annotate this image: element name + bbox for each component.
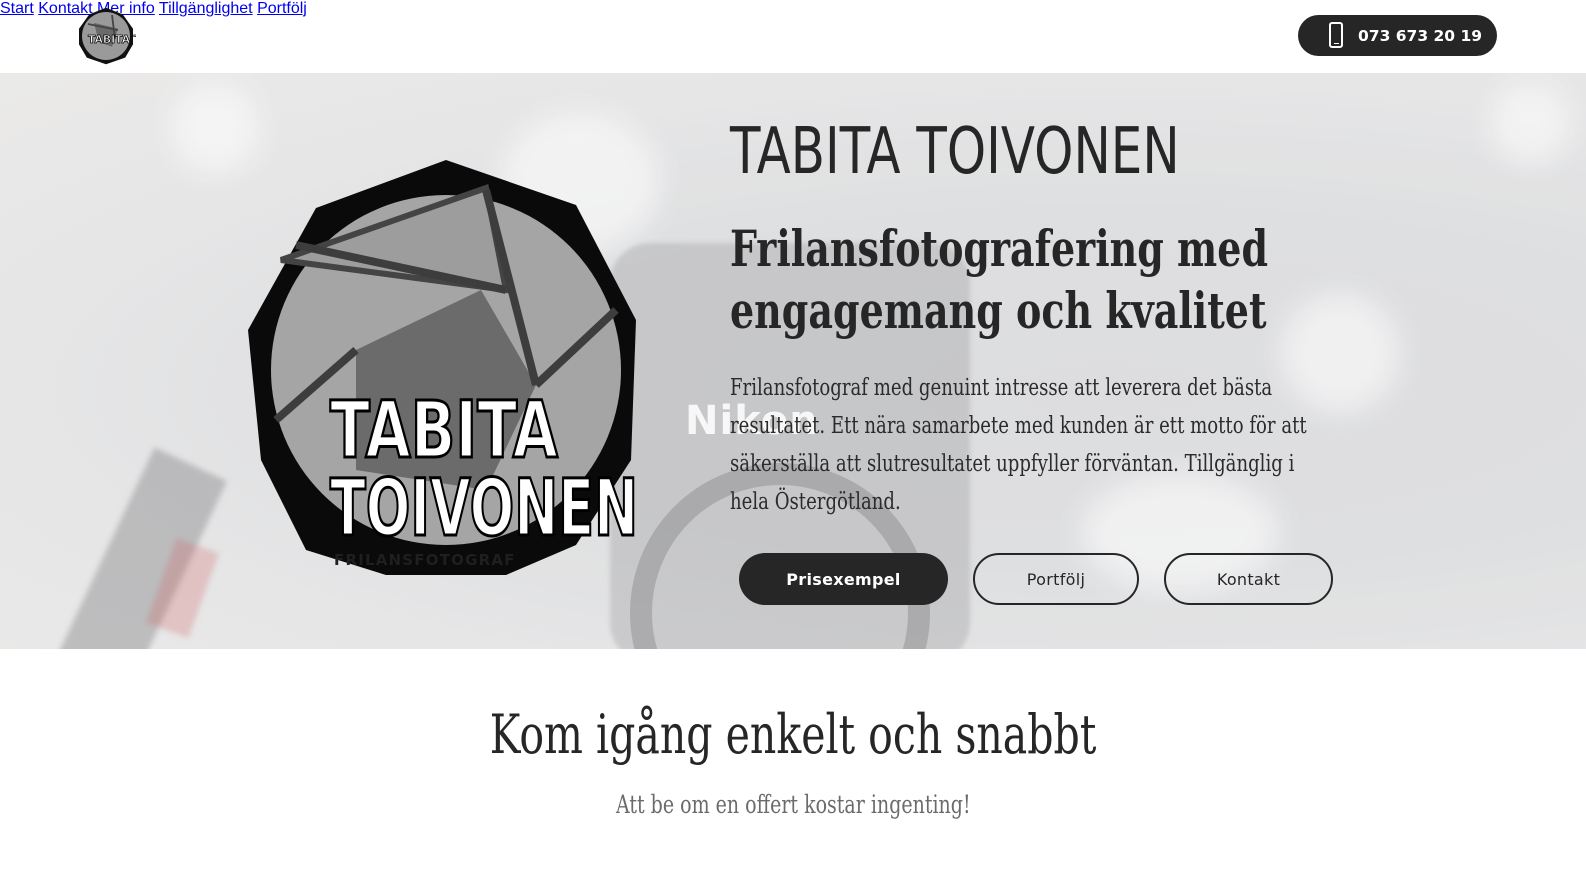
logo-tagline: FRILANSFOTOGRAF [334,551,516,569]
hero-subtitle-line1: Frilansfotografering med [730,219,1269,278]
aperture-logo-icon: TABITA TOIVONEN [79,7,197,65]
hero-title: TABITA TOIVONEN [730,115,1180,189]
hero-description: Frilansfotograf med genuint intresse att… [730,373,1307,515]
svg-text:TABITA: TABITA [330,386,558,476]
hero-subtitle-line2: engagemang och kvalitet [730,281,1267,340]
portfolj-button[interactable]: Portfölj [973,553,1139,605]
svg-text:TOIVONEN: TOIVONEN [330,464,638,554]
nav-portfolj[interactable]: Portfölj [257,0,307,17]
section-heading: Kom igång enkelt och snabbt [489,703,1097,766]
phone-button[interactable]: 073 673 20 19 [1298,15,1497,56]
section-subheading: Att be om en offert kostar ingenting! [615,790,971,819]
nav-tillganglighet[interactable]: Tillgänglighet [159,0,253,17]
kontakt-button[interactable]: Kontakt [1164,553,1333,605]
site-header: TABITA TOIVONEN Start Kontakt Mer info T… [0,0,1586,73]
hero-subtitle: Frilansfotografering med engagemang och … [730,218,1268,342]
section-subheading-wrap: Att be om en offert kostar ingenting! [0,790,1586,819]
nav-start[interactable]: Start [0,0,34,17]
aperture-logo-large-icon: TABITA TOIVONEN [248,160,640,575]
prisexempel-button[interactable]: Prisexempel [739,553,948,605]
site-logo[interactable]: TABITA TOIVONEN [76,6,197,66]
phone-number: 073 673 20 19 [1358,26,1483,45]
section-heading-wrap: Kom igång enkelt och snabbt [0,703,1586,766]
phone-icon [1329,22,1343,48]
hero-section: Nikon TABITA TOIVONEN FRILANSFOTOGRAF TA… [0,73,1586,649]
svg-text:TABITA TOIVONEN: TABITA TOIVONEN [88,33,136,46]
